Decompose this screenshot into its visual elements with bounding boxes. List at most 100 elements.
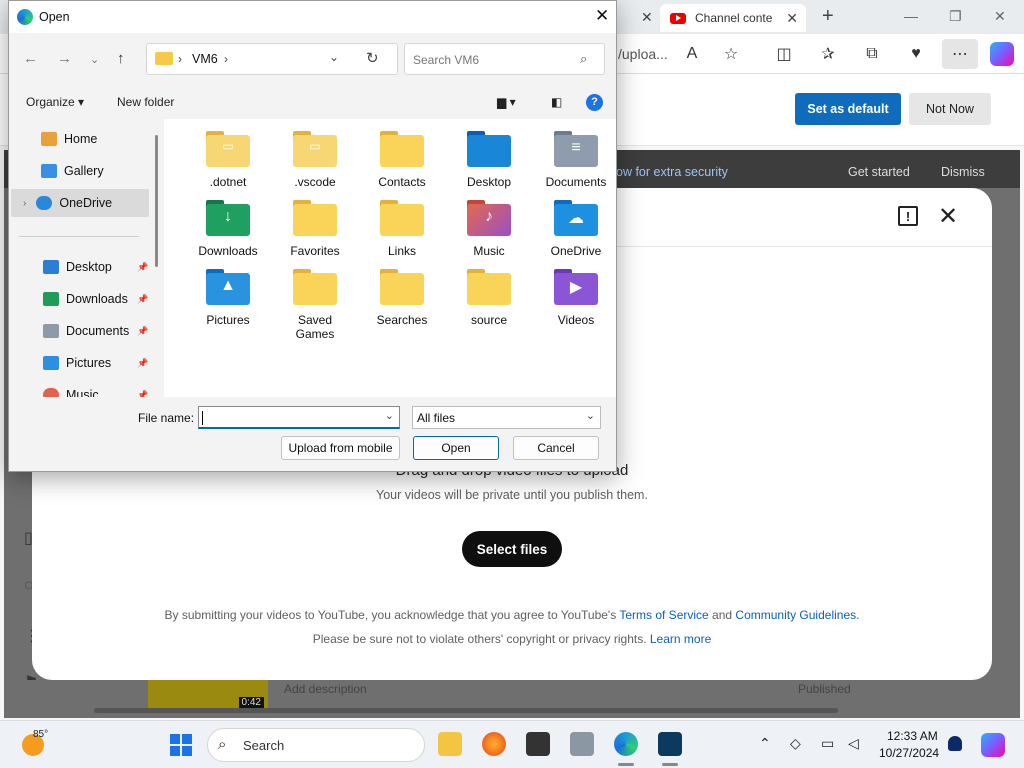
nav-item-downloads[interactable]: Downloads 📌 (11, 285, 149, 313)
firefox-icon[interactable] (482, 732, 506, 756)
taskbar-search[interactable]: ⌕ Search (207, 728, 425, 762)
terms-link[interactable]: Terms of Service (619, 608, 708, 622)
folder-item-links[interactable]: Links (360, 200, 444, 258)
nav-item-home[interactable]: Home (11, 125, 149, 153)
visual-studio-icon[interactable] (658, 732, 682, 756)
up-arrow-icon[interactable]: ↑ (117, 50, 125, 67)
file-explorer-icon[interactable] (438, 732, 462, 756)
chevron-right-icon[interactable]: › (224, 52, 228, 66)
pin-icon[interactable]: 📌 (137, 358, 148, 369)
folder-item-onedrive[interactable]: ☁ OneDrive (534, 200, 618, 258)
favorites-icon[interactable]: ✰ (816, 42, 840, 66)
open-button[interactable]: Open (413, 436, 499, 460)
copilot-preview-icon[interactable] (981, 733, 1005, 757)
folder-item-favorites[interactable]: Favorites (273, 200, 357, 258)
folder-item-downloads[interactable]: ↓ Downloads (186, 200, 270, 258)
path-segment[interactable]: VM6 (192, 52, 218, 66)
community-guidelines-link[interactable]: Community Guidelines (735, 608, 856, 622)
upload-from-mobile-button[interactable]: Upload from mobile (281, 436, 400, 460)
window-close-icon[interactable]: ✕ (994, 8, 1006, 25)
horizontal-scrollbar[interactable] (94, 708, 838, 713)
learn-more-link[interactable]: Learn more (650, 632, 711, 646)
start-button[interactable] (170, 734, 192, 756)
dismiss-link[interactable]: Dismiss (941, 165, 985, 179)
folder-item-dotnet[interactable]: ▭ .dotnet (186, 131, 270, 189)
more-menu-icon[interactable]: ⋯ (942, 39, 978, 69)
organize-menu[interactable]: Organize ▾ (26, 95, 84, 109)
new-folder-button[interactable]: New folder (117, 95, 174, 109)
recent-locations-icon[interactable]: ⌄ (90, 53, 99, 66)
tab-youtube[interactable]: Channel conte ✕ (660, 4, 806, 32)
chevron-down-icon[interactable]: ⌄ (586, 409, 595, 422)
edge-icon[interactable] (614, 732, 638, 756)
folder-item-pictures[interactable]: ▲ Pictures (186, 269, 270, 327)
view-options-icon[interactable]: ▆ ▾ (497, 95, 516, 109)
nav-item-onedrive[interactable]: › OneDrive (11, 189, 149, 217)
cancel-button[interactable]: Cancel (513, 436, 599, 460)
video-thumbnail[interactable]: 0:42 (148, 680, 268, 710)
chevron-right-icon[interactable]: › (23, 198, 26, 209)
new-tab-icon[interactable]: + (822, 5, 834, 28)
network-icon[interactable]: ◇ (790, 735, 801, 752)
split-screen-icon[interactable]: ◫ (772, 42, 796, 66)
nav-item-music[interactable]: Music 📌 (11, 381, 149, 397)
pin-icon[interactable]: 📌 (137, 262, 148, 273)
select-files-button[interactable]: Select files (462, 531, 562, 567)
get-started-link[interactable]: Get started (848, 165, 910, 179)
file-name-input[interactable]: ⌄ (198, 406, 400, 429)
nav-item-gallery[interactable]: Gallery (11, 157, 149, 185)
refresh-icon[interactable]: ↻ (366, 49, 379, 67)
close-icon[interactable]: ✕ (595, 6, 609, 26)
address-url[interactable]: /uploa... (618, 46, 668, 62)
address-path[interactable]: › VM6 › ⌄ ↻ (146, 43, 398, 75)
terminal-icon[interactable] (526, 732, 550, 756)
set-default-button[interactable]: Set as default (795, 93, 901, 125)
vertical-scrollbar[interactable] (155, 135, 158, 267)
nav-item-pictures[interactable]: Pictures 📌 (11, 349, 149, 377)
search-input[interactable]: Search VM6 ⌕ (404, 43, 605, 75)
file-type-select[interactable]: All files ⌄ (412, 406, 601, 429)
folder-item-contacts[interactable]: Contacts (360, 131, 444, 189)
nav-item-desktop[interactable]: Desktop 📌 (11, 253, 149, 281)
clock-date[interactable]: 10/27/2024 (879, 746, 939, 760)
security-text[interactable]: ow for extra security (616, 165, 728, 179)
minimize-icon[interactable]: — (904, 8, 918, 24)
folder-item-saved-games[interactable]: Saved Games (273, 269, 357, 341)
restore-icon[interactable]: ❐ (949, 8, 962, 25)
folder-item-videos[interactable]: ▶ Videos (534, 269, 618, 327)
pin-icon[interactable]: 📌 (137, 294, 148, 305)
folder-item-vscode[interactable]: ▭ .vscode (273, 131, 357, 189)
back-arrow-icon[interactable]: ← (23, 50, 38, 67)
close-tab-icon[interactable]: ✕ (786, 10, 798, 27)
forward-arrow-icon[interactable]: → (57, 50, 72, 67)
browser-essentials-icon[interactable]: ♥ (904, 42, 928, 66)
report-icon[interactable]: ! (898, 206, 918, 226)
chevron-up-icon[interactable]: ⌃ (759, 735, 771, 752)
pin-icon[interactable]: 📌 (137, 390, 148, 398)
folder-item-searches[interactable]: Searches (360, 269, 444, 327)
folder-item-desktop[interactable]: Desktop (447, 131, 531, 189)
weather-temperature[interactable]: 85° (33, 729, 48, 740)
notification-bell-icon[interactable] (948, 736, 962, 751)
help-icon[interactable]: ? (586, 94, 603, 111)
nav-item-documents[interactable]: Documents 📌 (11, 317, 149, 345)
calculator-icon[interactable] (570, 732, 594, 756)
search-icon[interactable]: ⌕ (580, 51, 587, 67)
not-now-button[interactable]: Not Now (909, 93, 991, 125)
chevron-down-icon[interactable]: ⌄ (385, 409, 394, 422)
folder-item-source[interactable]: source (447, 269, 531, 327)
read-aloud-icon[interactable]: A (680, 42, 704, 66)
preview-pane-icon[interactable]: ◧ (551, 95, 562, 109)
chevron-down-icon[interactable]: ⌄ (329, 50, 339, 64)
display-icon[interactable]: ▭ (821, 735, 834, 752)
clock-time[interactable]: 12:33 AM (887, 729, 938, 743)
close-tab-icon[interactable]: ✕ (641, 9, 653, 26)
copilot-icon[interactable] (990, 42, 1014, 66)
favorite-star-icon[interactable]: ☆ (719, 42, 743, 66)
add-description-text[interactable]: Add description (284, 682, 367, 696)
close-icon[interactable]: ✕ (938, 202, 958, 231)
volume-icon[interactable]: ◁ (848, 735, 859, 752)
folder-item-music[interactable]: ♪ Music (447, 200, 531, 258)
pin-icon[interactable]: 📌 (137, 326, 148, 337)
collections-icon[interactable]: ⧉ (860, 42, 884, 66)
